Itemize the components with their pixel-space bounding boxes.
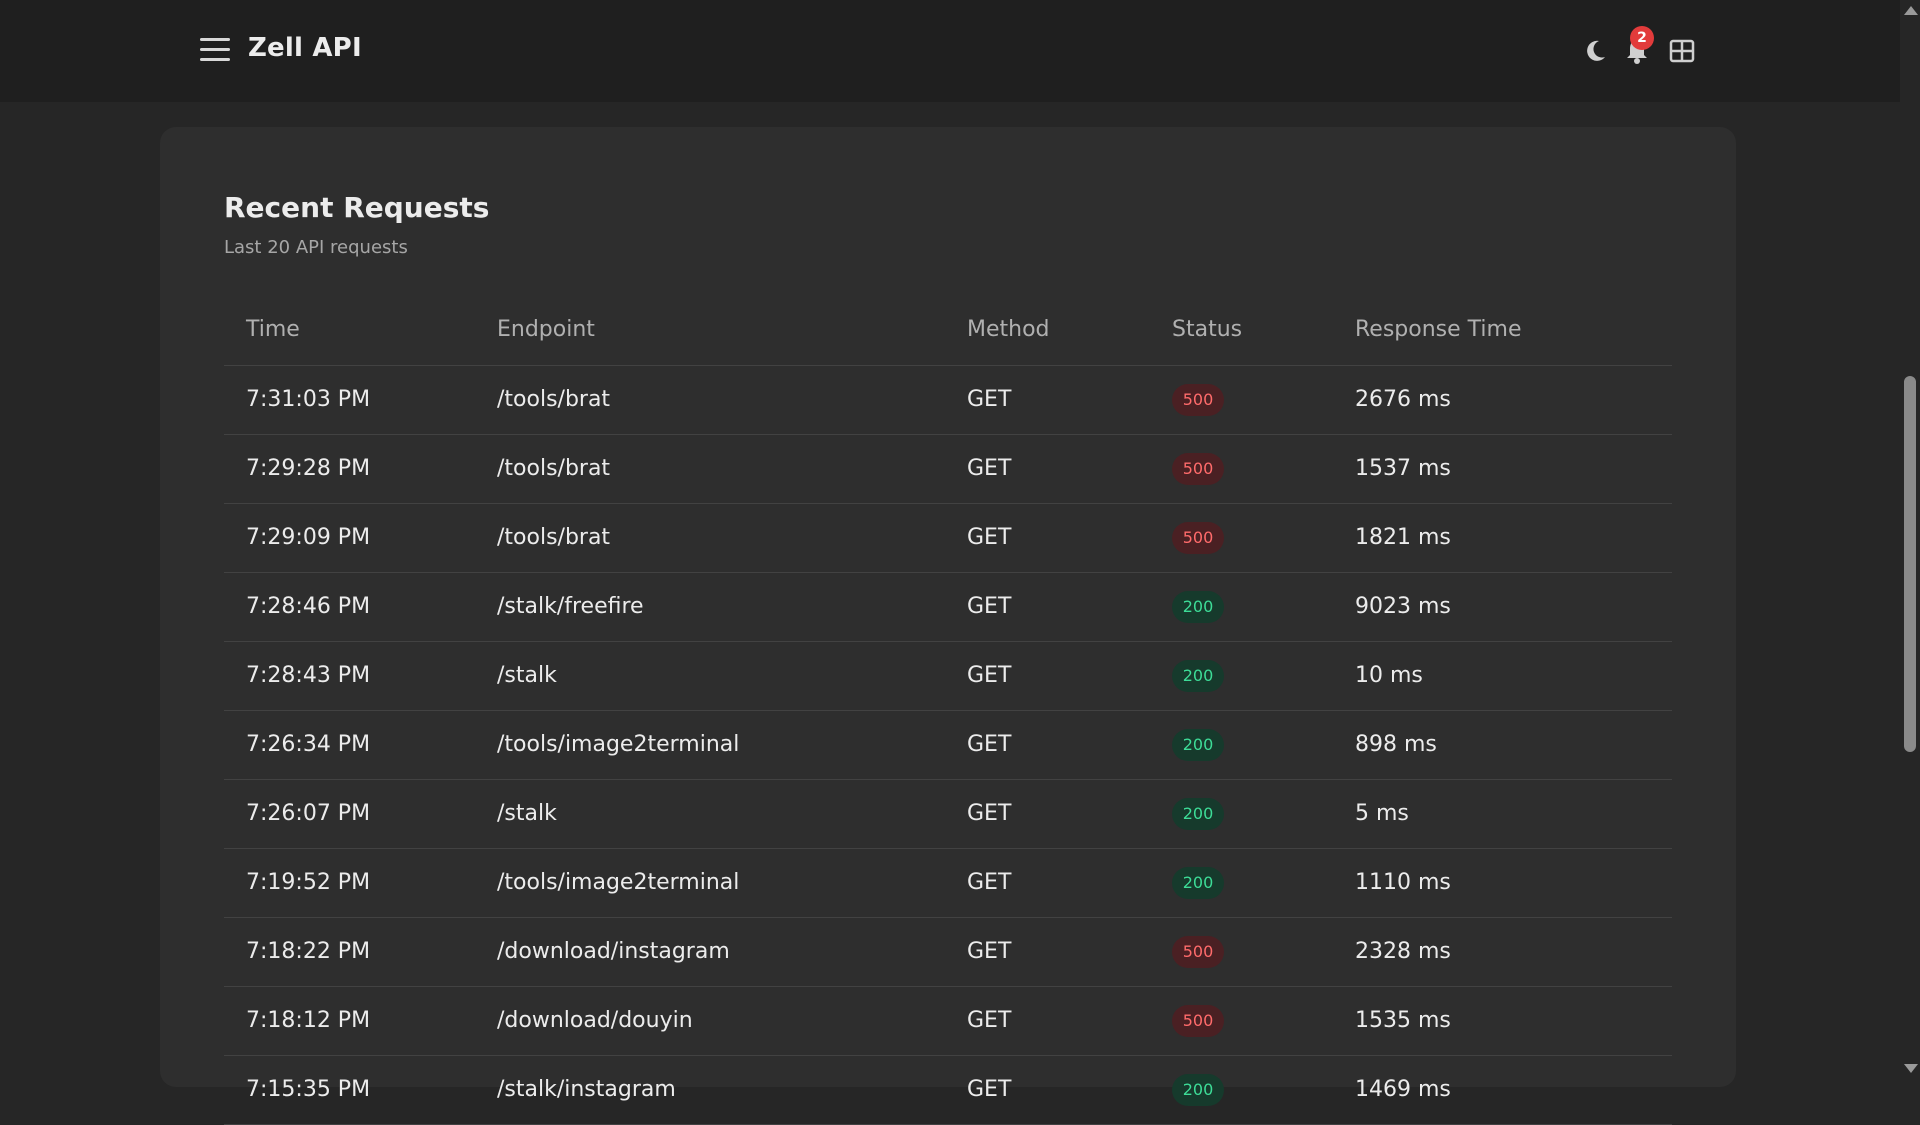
status-cell: 200 [1150, 572, 1333, 642]
table-row: 7:19:52 PM/tools/image2terminal GET 200 111… [224, 848, 1672, 918]
method-cell: GET [945, 779, 1150, 849]
table-header-row: Time Endpoint Method Status Response Tim… [224, 295, 1672, 366]
table-row: 7:26:34 PM/tools/image2terminal GET 200 898… [224, 710, 1672, 780]
method-cell: GET [945, 710, 1150, 780]
status-badge: 200 [1172, 728, 1224, 761]
method-cell: GET [945, 917, 1150, 987]
status-badge: 200 [1172, 1073, 1224, 1106]
endpoint-cell: /stalk/freefire [475, 572, 945, 642]
time-cell: 7:15:35 PM [224, 1055, 475, 1125]
app-title: Zell API [248, 33, 362, 63]
status-badge: 500 [1172, 521, 1224, 554]
endpoint-cell: /tools/brat [475, 365, 945, 435]
status-badge: 200 [1172, 866, 1224, 899]
endpoint-cell: /tools/brat [475, 503, 945, 573]
endpoint-cell: /download/instagram [475, 917, 945, 987]
response-time-cell: 1537 ms [1333, 434, 1672, 504]
scroll-thumb[interactable] [1904, 376, 1916, 752]
method-cell: GET [945, 365, 1150, 435]
status-badge: 500 [1172, 452, 1224, 485]
status-cell: 500 [1150, 365, 1333, 435]
status-cell: 500 [1150, 986, 1333, 1056]
status-badge: 500 [1172, 383, 1224, 416]
table-row: 7:29:28 PM/tools/brat GET 500 1537 ms [224, 434, 1672, 504]
response-time-cell: 5 ms [1333, 779, 1672, 849]
endpoint-cell: /tools/image2terminal [475, 848, 945, 918]
status-badge: 500 [1172, 935, 1224, 968]
method-cell: GET [945, 434, 1150, 504]
time-cell: 7:26:07 PM [224, 779, 475, 849]
top-bar: Zell API 2 [0, 0, 1900, 102]
time-cell: 7:18:22 PM [224, 917, 475, 987]
card-subtitle: Last 20 API requests [224, 237, 408, 258]
response-time-cell: 898 ms [1333, 710, 1672, 780]
column-header-status: Status [1150, 295, 1333, 366]
scroll-down-arrow-icon[interactable] [1904, 1064, 1918, 1073]
endpoint-cell: /tools/brat [475, 434, 945, 504]
time-cell: 7:26:34 PM [224, 710, 475, 780]
status-badge: 200 [1172, 659, 1224, 692]
grid-icon[interactable] [1667, 36, 1697, 66]
requests-table: Time Endpoint Method Status Response Tim… [224, 295, 1672, 1125]
method-cell: GET [945, 641, 1150, 711]
method-cell: GET [945, 1055, 1150, 1125]
response-time-cell: 1469 ms [1333, 1055, 1672, 1125]
notification-badge: 2 [1630, 26, 1654, 50]
endpoint-cell: /download/douyin [475, 986, 945, 1056]
response-time-cell: 10 ms [1333, 641, 1672, 711]
status-cell: 500 [1150, 917, 1333, 987]
status-cell: 200 [1150, 779, 1333, 849]
card-title: Recent Requests [224, 191, 490, 224]
table-row: 7:29:09 PM/tools/brat GET 500 1821 ms [224, 503, 1672, 573]
table-row: 7:28:43 PM/stalk GET 200 10 ms [224, 641, 1672, 711]
response-time-cell: 2676 ms [1333, 365, 1672, 435]
endpoint-cell: /tools/image2terminal [475, 710, 945, 780]
table-row: 7:18:12 PM/download/douyin GET 500 1535 ms [224, 986, 1672, 1056]
time-cell: 7:19:52 PM [224, 848, 475, 918]
time-cell: 7:29:09 PM [224, 503, 475, 573]
status-cell: 500 [1150, 434, 1333, 504]
time-cell: 7:28:43 PM [224, 641, 475, 711]
recent-requests-card: Recent Requests Last 20 API requests Tim… [160, 127, 1736, 1125]
status-badge: 200 [1172, 590, 1224, 623]
method-cell: GET [945, 503, 1150, 573]
response-time-cell: 1535 ms [1333, 986, 1672, 1056]
table-row: 7:28:46 PM/stalk/freefire GET 200 9023 ms [224, 572, 1672, 642]
endpoint-cell: /stalk/instagram [475, 1055, 945, 1125]
scrollbar[interactable] [1900, 0, 1920, 1080]
scroll-up-arrow-icon[interactable] [1904, 6, 1918, 15]
method-cell: GET [945, 572, 1150, 642]
response-time-cell: 2328 ms [1333, 917, 1672, 987]
response-time-cell: 1821 ms [1333, 503, 1672, 573]
response-time-cell: 1110 ms [1333, 848, 1672, 918]
status-cell: 200 [1150, 848, 1333, 918]
response-time-cell: 9023 ms [1333, 572, 1672, 642]
table-row: 7:31:03 PM/tools/brat GET 500 2676 ms [224, 365, 1672, 435]
table-row: 7:26:07 PM/stalk GET 200 5 ms [224, 779, 1672, 849]
status-badge: 500 [1172, 1004, 1224, 1037]
status-badge: 200 [1172, 797, 1224, 830]
status-cell: 200 [1150, 710, 1333, 780]
column-header-method: Method [945, 295, 1150, 366]
time-cell: 7:31:03 PM [224, 365, 475, 435]
endpoint-cell: /stalk [475, 641, 945, 711]
time-cell: 7:18:12 PM [224, 986, 475, 1056]
table-row: 7:18:22 PM/download/instagram GET 500 2328 … [224, 917, 1672, 987]
moon-icon[interactable] [1580, 36, 1610, 66]
table-row: 7:15:35 PM/stalk/instagram GET 200 1469 ms [224, 1055, 1672, 1125]
method-cell: GET [945, 848, 1150, 918]
time-cell: 7:28:46 PM [224, 572, 475, 642]
status-cell: 500 [1150, 503, 1333, 573]
status-cell: 200 [1150, 641, 1333, 711]
column-header-endpoint: Endpoint [475, 295, 945, 366]
method-cell: GET [945, 986, 1150, 1056]
menu-icon[interactable] [200, 38, 230, 64]
column-header-response-time: Response Time [1333, 295, 1672, 366]
time-cell: 7:29:28 PM [224, 434, 475, 504]
status-cell: 200 [1150, 1055, 1333, 1125]
column-header-time: Time [224, 295, 475, 366]
endpoint-cell: /stalk [475, 779, 945, 849]
